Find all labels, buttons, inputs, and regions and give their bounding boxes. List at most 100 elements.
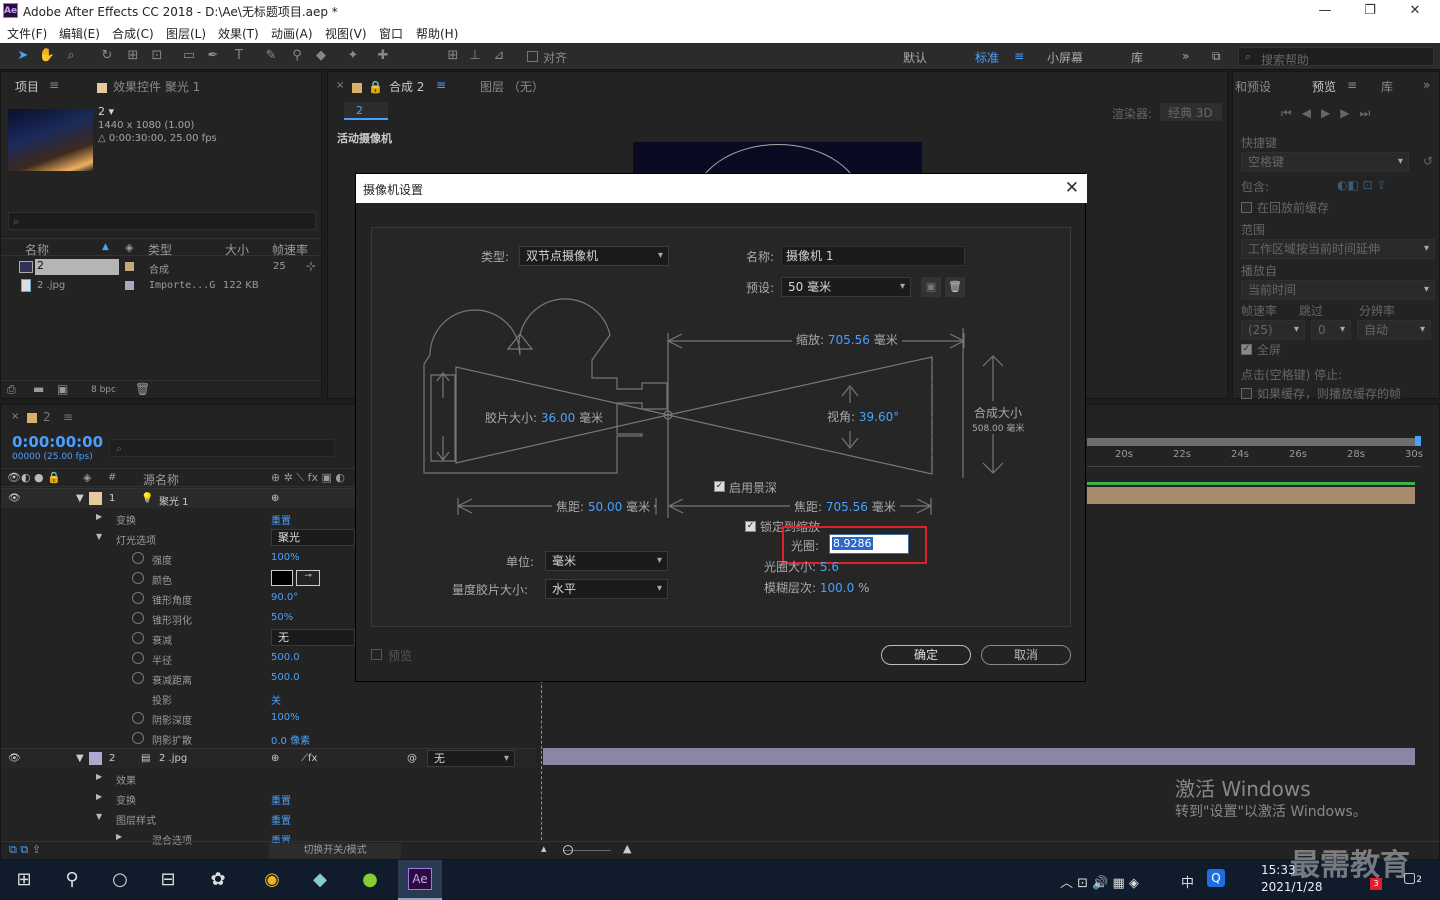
brush-tool-icon[interactable]: ✎ <box>262 47 280 65</box>
workspace-standard[interactable]: 标准 <box>975 49 999 66</box>
cache-before-playback-checkbox[interactable] <box>1241 202 1252 213</box>
menu-layer[interactable]: 图层(L) <box>166 25 206 42</box>
light-layer-bar[interactable] <box>1087 487 1415 504</box>
stopwatch-icon[interactable] <box>132 632 144 644</box>
play-from-select[interactable]: 当前时间 ▾ <box>1241 280 1435 300</box>
resolution-select[interactable]: 自动 ▾ <box>1357 320 1431 340</box>
pan-behind-tool-icon[interactable]: ⊡ <box>148 47 166 65</box>
tab-layer[interactable]: 图层 （无） <box>480 78 544 95</box>
camera-type-select[interactable]: 双节点摄像机 ▾ <box>519 246 669 266</box>
task-view-icon[interactable]: ⊟ <box>154 866 182 894</box>
qq-icon[interactable]: Q <box>1207 869 1225 887</box>
timeline-menu-icon[interactable]: ≡ <box>63 410 73 424</box>
workspace-library[interactable]: 库 <box>1131 49 1143 66</box>
timeline-search-input[interactable]: ⌕ <box>109 439 335 457</box>
tab-effects-presets[interactable]: 和预设 <box>1235 78 1271 95</box>
rectangle-tool-icon[interactable]: ▭ <box>180 47 198 65</box>
preview-menu-icon[interactable]: ≡ <box>1347 78 1357 92</box>
tab-effect-controls[interactable]: 效果控件 聚光 1 <box>97 78 200 95</box>
col-type[interactable]: 类型 <box>148 241 172 258</box>
tab-timeline[interactable]: 2 <box>27 410 51 424</box>
menu-window[interactable]: 窗口 <box>379 25 403 42</box>
tab-preview[interactable]: 预览 <box>1312 78 1336 95</box>
expand-arrow-icon[interactable]: ▶ <box>96 772 102 781</box>
help-search-box[interactable]: ⌕ 搜索帮助 <box>1238 47 1434 67</box>
menu-effect[interactable]: 效果(T) <box>218 25 259 42</box>
current-time-indicator[interactable] <box>541 680 544 840</box>
current-timecode[interactable]: 0:00:00:00 <box>12 433 103 451</box>
layer-label-color[interactable] <box>89 752 102 765</box>
puppet-tool-icon[interactable]: ✚ <box>374 47 392 65</box>
menu-help[interactable]: 帮助(H) <box>416 25 458 42</box>
stopwatch-icon[interactable] <box>132 612 144 624</box>
frame-rate-select[interactable]: (25) ▾ <box>1241 320 1305 340</box>
eyedropper-icon[interactable]: ⊸ <box>296 570 320 586</box>
label-color-swatch[interactable] <box>125 281 134 290</box>
play-cached-checkbox[interactable] <box>1241 388 1252 399</box>
app-notepad-icon[interactable]: ◆ <box>306 866 334 894</box>
cortana-icon[interactable]: ○ <box>106 866 134 894</box>
more-workspaces-icon[interactable]: » <box>1182 49 1189 63</box>
property-value[interactable]: 500.0 <box>271 672 300 683</box>
stopwatch-icon[interactable] <box>132 732 144 744</box>
time-ruler[interactable]: 20s 22s 24s 26s 28s 30s <box>1087 447 1423 467</box>
property-value[interactable]: 50% <box>271 612 293 623</box>
property-value[interactable]: 关 <box>271 692 281 707</box>
property-row[interactable]: ▼ 图层样式 重置 <box>1 808 536 828</box>
sort-ascending-icon[interactable]: ▲ <box>102 242 109 252</box>
property-value[interactable]: 100% <box>271 552 300 563</box>
flowchart-icon[interactable]: ⊹ <box>306 259 316 273</box>
focus-distance-value[interactable]: 705.56 <box>826 500 868 514</box>
clone-tool-icon[interactable]: ⚲ <box>288 47 306 65</box>
property-value[interactable]: 0.0 像素 <box>271 732 310 747</box>
property-row[interactable]: ▶ 效果 <box>1 768 536 788</box>
preview-checkbox[interactable] <box>371 649 382 660</box>
renderer-button[interactable]: 经典 3D <box>1160 103 1222 121</box>
pen-tool-icon[interactable]: ✒ <box>204 47 222 65</box>
layer-row[interactable]: 👁 ▼ 2 ▤ 2 .jpg ⊕ ⟋fx @ 无 ▾ <box>1 748 536 768</box>
search-icon[interactable]: ⚲ <box>58 866 86 894</box>
tab-composition[interactable]: 🔒 合成 2 <box>352 78 424 95</box>
minimize-button[interactable]: — <box>1305 1 1345 21</box>
cancel-button[interactable]: 取消 <box>981 645 1071 665</box>
shortcut-select[interactable]: 空格键 ▾ <box>1241 152 1409 172</box>
col-fps[interactable]: 帧速率 <box>272 241 308 258</box>
camera-name-input[interactable]: 摄像机 1 <box>781 246 965 266</box>
selected-comp-name[interactable]: 2 ▾ <box>98 105 114 118</box>
expand-arrow-icon[interactable]: ▼ <box>76 753 84 764</box>
switches-header-icon[interactable]: ⊕ ✲ ⟍ fx ▣ ◐ <box>271 471 345 485</box>
close-icon[interactable]: ✕ <box>1065 178 1079 198</box>
parent-select[interactable]: 无 ▾ <box>427 750 515 767</box>
sync-settings-icon[interactable]: ⧉ <box>1212 49 1221 64</box>
visibility-eye-icon[interactable]: 👁 <box>8 753 21 764</box>
image-layer-bar[interactable] <box>543 748 1415 765</box>
label-color-swatch[interactable] <box>125 262 134 271</box>
parent-pickwhip-icon[interactable]: @ <box>407 753 417 764</box>
full-screen-checkbox[interactable]: ✓ <box>1241 344 1252 355</box>
rotate-tool-icon[interactable]: ↻ <box>98 47 116 65</box>
align-checkbox[interactable] <box>527 51 538 62</box>
property-value[interactable]: 重置 <box>271 512 291 527</box>
zoom-slider-handle[interactable] <box>563 845 573 855</box>
view-axis-icon[interactable]: ⊿ <box>490 47 508 65</box>
camera-tool-icon[interactable]: ⊞ <box>124 47 142 65</box>
lock-to-zoom-checkbox[interactable]: ✓ <box>745 521 756 532</box>
project-menu-icon[interactable]: ≡ <box>49 78 59 92</box>
property-value[interactable]: 90.0° <box>271 592 298 603</box>
property-value[interactable]: 100% <box>271 712 300 723</box>
layer-name[interactable]: 聚光 1 <box>159 493 189 508</box>
chrome-icon[interactable]: ◉ <box>258 866 286 894</box>
list-item[interactable]: 2 .jpg Importe...G 122 KB <box>17 278 317 295</box>
light-type-select[interactable]: 聚光 <box>271 529 355 546</box>
expand-arrow-icon[interactable]: ▼ <box>76 493 84 504</box>
save-preset-icon[interactable]: ▣ <box>921 277 941 297</box>
shy-switch-icon[interactable]: ⊕ <box>271 493 279 504</box>
f-stop-value[interactable]: 5.6 <box>820 560 839 574</box>
reset-icon[interactable]: ↺ <box>1423 154 1433 168</box>
toggle-switches-modes-button[interactable]: 切换开关/模式 <box>269 843 401 859</box>
composition-viewer[interactable] <box>633 142 922 174</box>
close-window-button[interactable]: ✕ <box>1395 1 1435 21</box>
blur-level-value[interactable]: 100.0 <box>820 581 854 595</box>
layer-label-color[interactable] <box>89 492 102 505</box>
property-value[interactable]: 重置 <box>271 812 291 827</box>
